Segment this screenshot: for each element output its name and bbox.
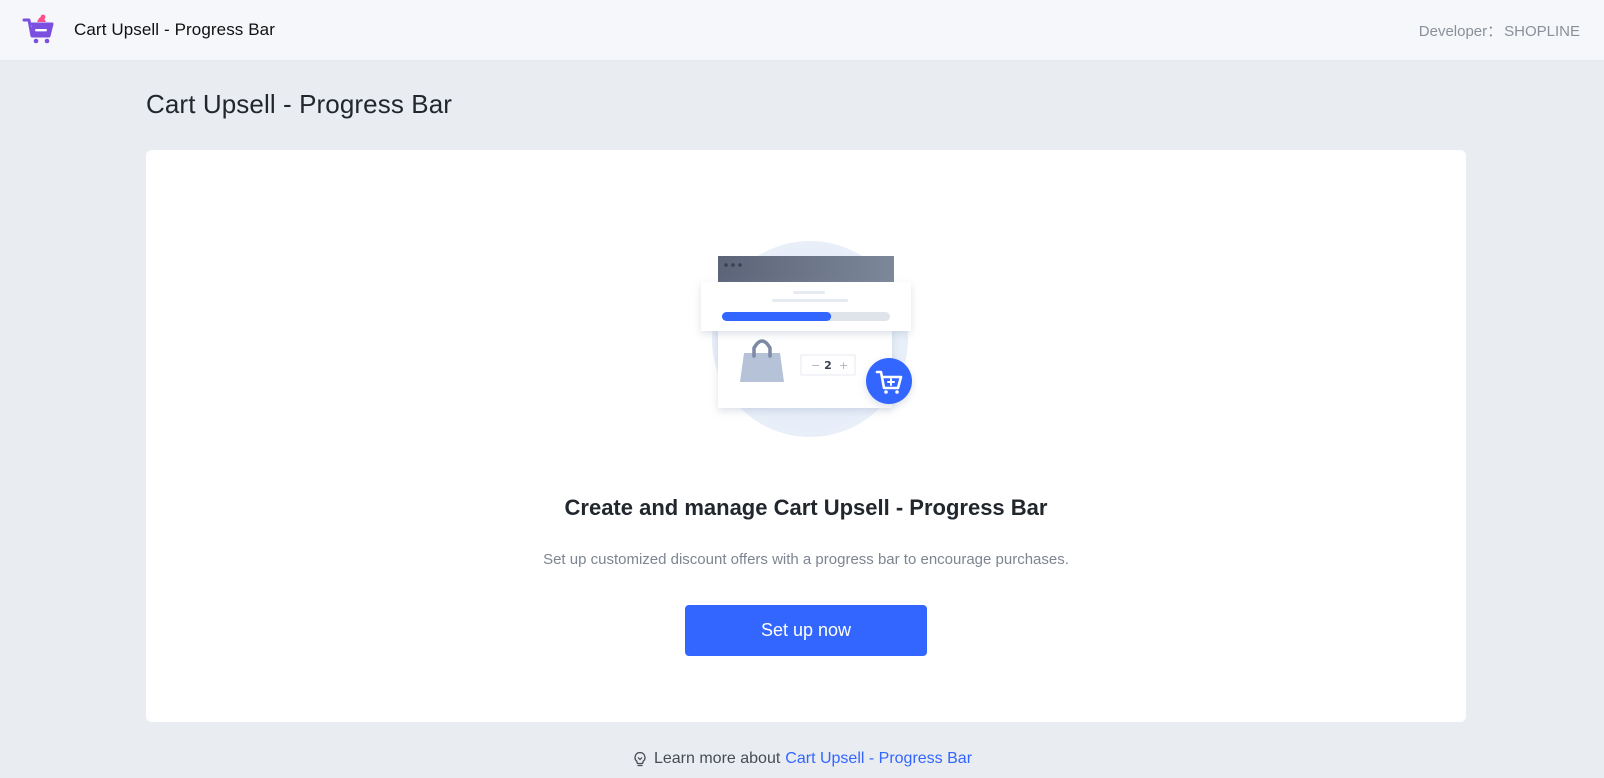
empty-state-card: − 2 + Create and manage Cart Upsell - Pr… (146, 150, 1466, 722)
illustration-progress-fill (722, 312, 832, 321)
lightbulb-icon (634, 751, 646, 767)
learn-more-text: Learn more about (653, 750, 781, 767)
svg-text:−: − (811, 359, 820, 372)
empty-state-title: Create and manage Cart Upsell - Progress… (564, 495, 1048, 520)
svg-text:+: + (839, 359, 848, 372)
cart-app-logo-icon (22, 14, 54, 44)
illustration-quantity: 2 (824, 359, 832, 372)
developer-info: Developer： SHOPLINE (1419, 20, 1582, 41)
app-name: Cart Upsell - Progress Bar (74, 20, 275, 39)
developer-label: Developer： (1418, 22, 1503, 40)
cart-progress-illustration: − 2 + (701, 241, 912, 437)
set-up-now-button[interactable]: Set up now (685, 605, 927, 656)
developer-name: SHOPLINE (1504, 22, 1580, 40)
empty-state-description: Set up customized discount offers with a… (543, 551, 1069, 568)
learn-more-link[interactable]: Cart Upsell - Progress Bar (785, 750, 972, 768)
top-bar: Cart Upsell - Progress Bar Developer： SHO… (0, 0, 1604, 61)
learn-more: Learn more about Cart Upsell - Progress … (0, 750, 1604, 768)
page-title: Cart Upsell - Progress Bar (146, 89, 453, 119)
